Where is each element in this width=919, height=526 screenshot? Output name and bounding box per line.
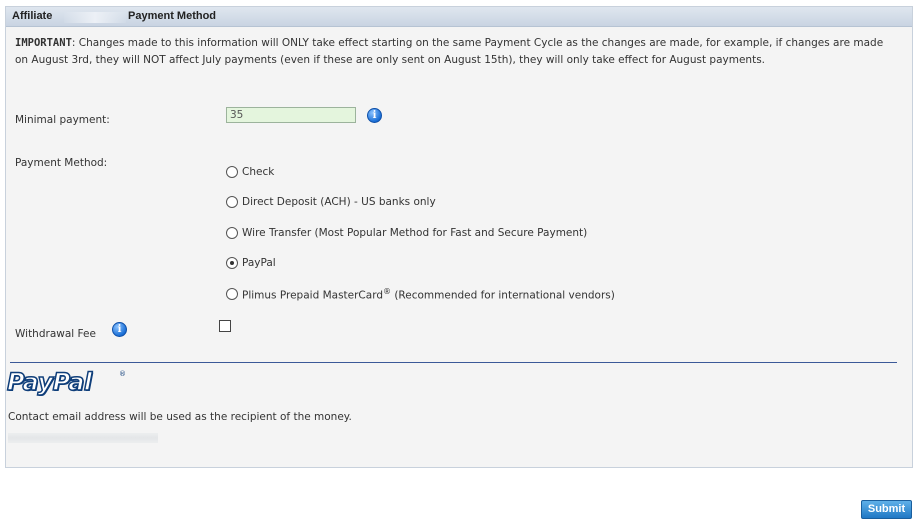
payment-option-wire-transfer[interactable]: Wire Transfer (Most Popular Method for F… bbox=[226, 225, 587, 241]
payment-option-label: Plimus Prepaid MasterCard® (Recommended … bbox=[242, 287, 615, 302]
radio-direct-deposit[interactable] bbox=[226, 196, 238, 208]
redacted-line bbox=[8, 433, 158, 443]
important-label: IMPORTANT bbox=[15, 37, 72, 49]
radio-wire-transfer[interactable] bbox=[226, 227, 238, 239]
header-affiliate-label: Affiliate bbox=[12, 10, 53, 22]
payment-option-check[interactable]: Check bbox=[226, 164, 274, 180]
panel-header: Affiliate Payment Method bbox=[6, 7, 912, 27]
withdrawal-fee-label: Withdrawal Fee bbox=[15, 328, 96, 340]
payment-option-label: PayPal bbox=[242, 257, 276, 269]
mastercard-note: (Recommended for international vendors) bbox=[391, 289, 615, 302]
payment-option-mastercard[interactable]: Plimus Prepaid MasterCard® (Recommended … bbox=[226, 286, 615, 302]
minimal-payment-label: Minimal payment: bbox=[15, 114, 110, 126]
payment-option-label: Wire Transfer (Most Popular Method for F… bbox=[242, 227, 588, 239]
withdrawal-fee-checkbox[interactable] bbox=[219, 320, 231, 332]
radio-mastercard[interactable] bbox=[226, 288, 238, 300]
paypal-registered-mark: ® bbox=[119, 370, 126, 378]
important-notice: IMPORTANT: Changes made to this informat… bbox=[15, 35, 895, 69]
payment-option-label: Direct Deposit (ACH) - US banks only bbox=[242, 196, 436, 208]
radio-check[interactable] bbox=[226, 166, 238, 178]
page-title: Payment Method bbox=[128, 10, 217, 22]
minimal-payment-input[interactable] bbox=[226, 107, 356, 123]
info-icon[interactable]: i bbox=[367, 108, 382, 123]
header-redacted-name bbox=[64, 12, 126, 23]
mastercard-label: Plimus Prepaid MasterCard bbox=[242, 289, 383, 302]
payment-method-label: Payment Method: bbox=[15, 157, 108, 169]
registered-mark: ® bbox=[383, 286, 391, 296]
important-text: : Changes made to this information will … bbox=[15, 37, 884, 66]
payment-option-direct-deposit[interactable]: Direct Deposit (ACH) - US banks only bbox=[226, 194, 436, 210]
payment-option-paypal[interactable]: PayPal bbox=[226, 255, 276, 271]
paypal-logo: PayPal bbox=[6, 367, 93, 397]
paypal-contact-note: Contact email address will be used as th… bbox=[8, 411, 352, 423]
submit-button[interactable]: Submit bbox=[861, 500, 912, 519]
payment-option-label: Check bbox=[242, 166, 275, 178]
radio-paypal[interactable] bbox=[226, 257, 238, 269]
section-divider bbox=[10, 362, 897, 363]
info-icon[interactable]: i bbox=[112, 322, 127, 337]
